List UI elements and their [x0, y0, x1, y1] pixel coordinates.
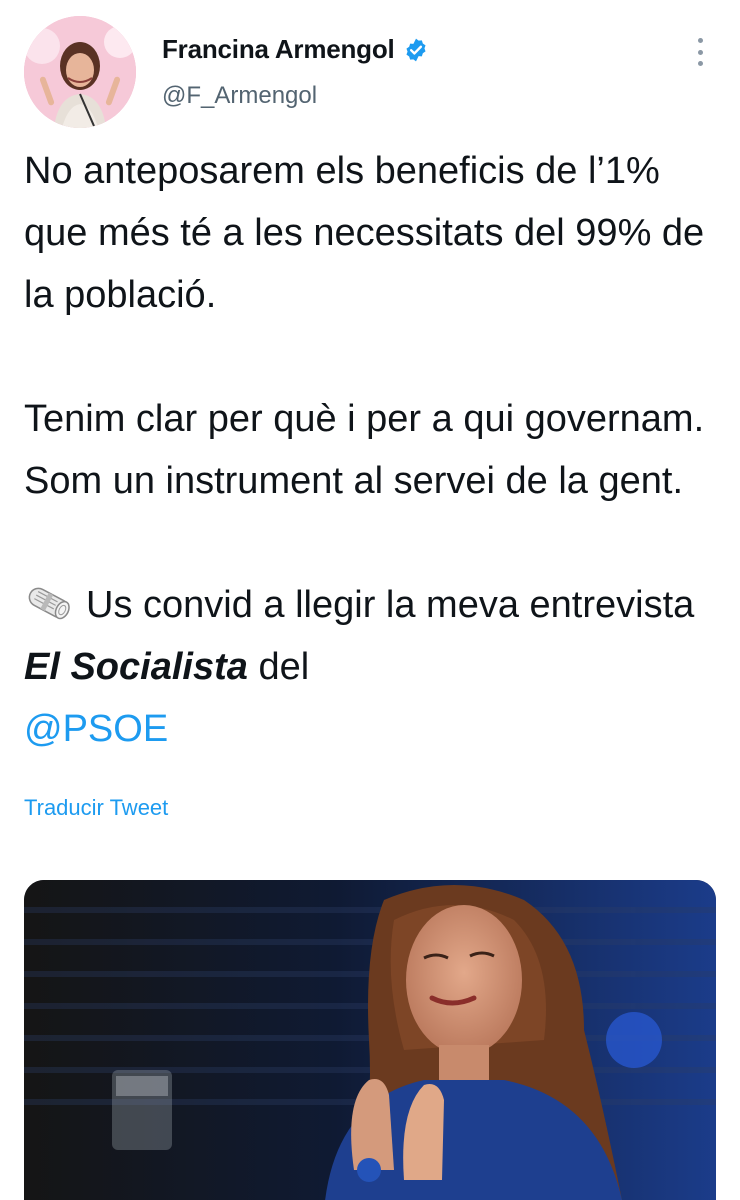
more-vertical-icon[interactable] — [690, 34, 710, 70]
translate-tweet-link[interactable]: Traducir Tweet — [24, 795, 168, 821]
avatar-photo — [24, 16, 136, 128]
tweet-paragraph-3-tail: del — [247, 646, 310, 688]
tweet-text: No anteposarem els beneficis de l’1% que… — [24, 140, 714, 760]
rolled-newspaper-icon — [28, 587, 70, 620]
author-row: Francina Armengol — [162, 34, 429, 65]
tweet-paragraph-3: Us convid a llegir la meva entrevista El… — [24, 574, 714, 760]
tweet-paragraph-1: No anteposarem els beneficis de l’1% que… — [24, 150, 705, 316]
tweet-media-image[interactable] — [24, 880, 716, 1200]
tweet-paragraph-3-text: Us convid a llegir la meva entrevista — [86, 584, 695, 626]
media-photo — [24, 880, 716, 1200]
tweet: Francina Armengol @F_Armengol No antepos… — [0, 0, 740, 1200]
author-name[interactable]: Francina Armengol — [162, 34, 395, 65]
verified-badge-icon — [406, 38, 426, 61]
tweet-paragraph-2: Tenim clar per què i per a qui governam.… — [24, 398, 705, 502]
mention-link[interactable]: @PSOE — [24, 708, 168, 750]
author-handle[interactable]: @F_Armengol — [162, 82, 317, 110]
avatar[interactable] — [24, 16, 136, 128]
publication-name: El Socialista — [24, 646, 248, 688]
